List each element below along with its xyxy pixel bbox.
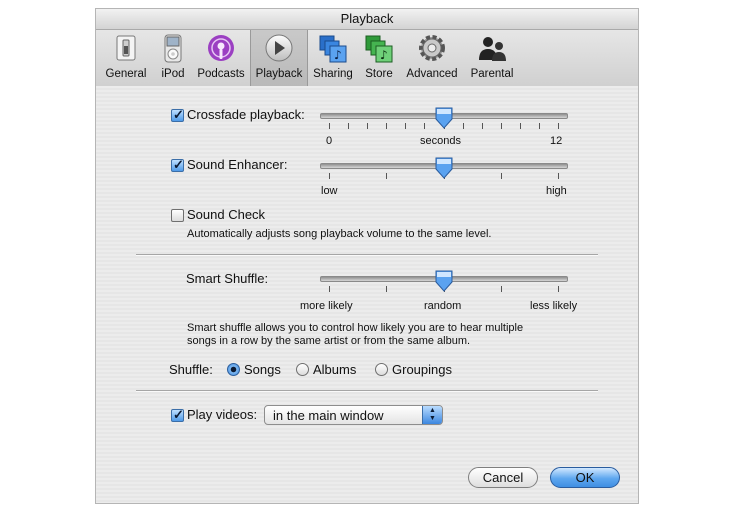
slider-tick [386,123,387,129]
slider-tick [348,123,349,129]
ok-button[interactable]: OK [550,467,620,488]
slider-tick [329,123,330,129]
crossfade-mid-label: seconds [420,135,461,147]
smart-shuffle-description-line1: Smart shuffle allows you to control how … [187,322,524,334]
svg-text:♪: ♪ [334,48,342,62]
sound-enhancer-checkbox[interactable]: ✓ [171,157,184,172]
slider-tick [329,173,330,179]
tab-ipod[interactable]: iPod [154,30,192,86]
tab-sharing[interactable]: ♪ Sharing [310,30,356,86]
tab-label: Advanced [406,68,458,80]
tab-playback[interactable]: Playback [250,30,308,86]
tab-label: Parental [470,68,514,80]
slider-tick [386,173,387,179]
crossfade-min-label: 0 [326,135,333,147]
slider-tick [501,123,502,129]
tab-parental[interactable]: Parental [464,30,520,86]
play-videos-checkbox[interactable]: ✓ [171,407,184,422]
parental-icon [479,37,506,61]
slider-tick [501,286,502,292]
podcasts-icon [208,35,234,61]
sound-enhancer-max-label: high [546,185,567,197]
separator [136,390,598,392]
slider-tick [386,286,387,292]
crossfade-checkbox[interactable]: ✓ [171,107,184,122]
gear-icon [419,35,445,61]
smart-shuffle-mid-label: random [424,300,462,312]
tab-label: Podcasts [197,68,245,80]
smart-shuffle-description-line2: songs in a row by the same artist or fro… [187,335,471,347]
slider-tick [405,123,406,129]
shuffle-songs-radio[interactable] [227,363,240,376]
general-switch-icon [116,35,136,61]
preferences-toolbar: General iPod Podcasts Playback ♪ Sharing… [96,30,638,87]
crossfade-max-label: 12 [550,135,563,147]
tab-general[interactable]: General [100,30,152,86]
smart-shuffle-label: Smart Shuffle: [186,271,269,286]
slider-tick [558,286,559,292]
tab-label: General [105,68,147,80]
slider-tick [482,123,483,129]
tab-store[interactable]: ♪ Store [358,30,400,86]
tab-label: Sharing [313,68,353,80]
tab-advanced[interactable]: Advanced [402,30,462,86]
slider-tick [463,123,464,129]
play-videos-popup[interactable]: in the main window ▲ ▼ [264,405,443,425]
sharing-icon: ♪ [319,35,347,63]
crossfade-label: Crossfade playback: [187,107,305,122]
playback-pane: ✓ Crossfade playback: 0 seconds 12 ✓ Sou… [96,86,638,503]
shuffle-label: Shuffle: [169,362,213,377]
play-videos-selected: in the main window [273,408,384,423]
sound-enhancer-slider-thumb[interactable] [435,157,453,179]
shuffle-groupings-label: Groupings [392,362,452,377]
slider-tick [424,123,425,129]
shuffle-albums-radio[interactable] [296,363,309,376]
slider-tick [501,173,502,179]
store-icon: ♪ [365,35,393,63]
slider-tick [329,286,330,292]
sound-enhancer-min-label: low [321,185,338,197]
shuffle-albums-label: Albums [313,362,357,377]
playback-icon [265,34,293,62]
separator [136,254,598,256]
slider-tick [367,123,368,129]
tab-label: Playback [255,68,303,80]
ipod-icon [164,34,182,63]
slider-tick [558,173,559,179]
tab-label: iPod [161,68,185,80]
play-videos-label: Play videos: [187,407,258,422]
preferences-window: Playback General iPod Podcasts Playback … [95,8,639,504]
window-title: Playback [96,9,638,30]
slider-tick [520,123,521,129]
sound-check-checkbox[interactable] [171,209,184,222]
cancel-button[interactable]: Cancel [468,467,538,488]
shuffle-songs-label: Songs [244,362,281,377]
smart-shuffle-min-label: more likely [300,300,353,312]
sound-check-label: Sound Check [187,207,266,222]
tab-label: Store [365,68,393,80]
crossfade-slider-thumb[interactable] [435,107,453,129]
sound-check-description: Automatically adjusts song playback volu… [187,228,492,240]
sound-enhancer-label: Sound Enhancer: [187,157,288,172]
slider-tick [539,123,540,129]
smart-shuffle-max-label: less likely [530,300,578,312]
shuffle-groupings-radio[interactable] [375,363,388,376]
tab-podcasts[interactable]: Podcasts [194,30,248,86]
svg-text:♪: ♪ [380,48,388,62]
smart-shuffle-slider-thumb[interactable] [435,270,453,292]
slider-tick [558,123,559,129]
updown-arrows-icon: ▲ ▼ [422,406,442,424]
